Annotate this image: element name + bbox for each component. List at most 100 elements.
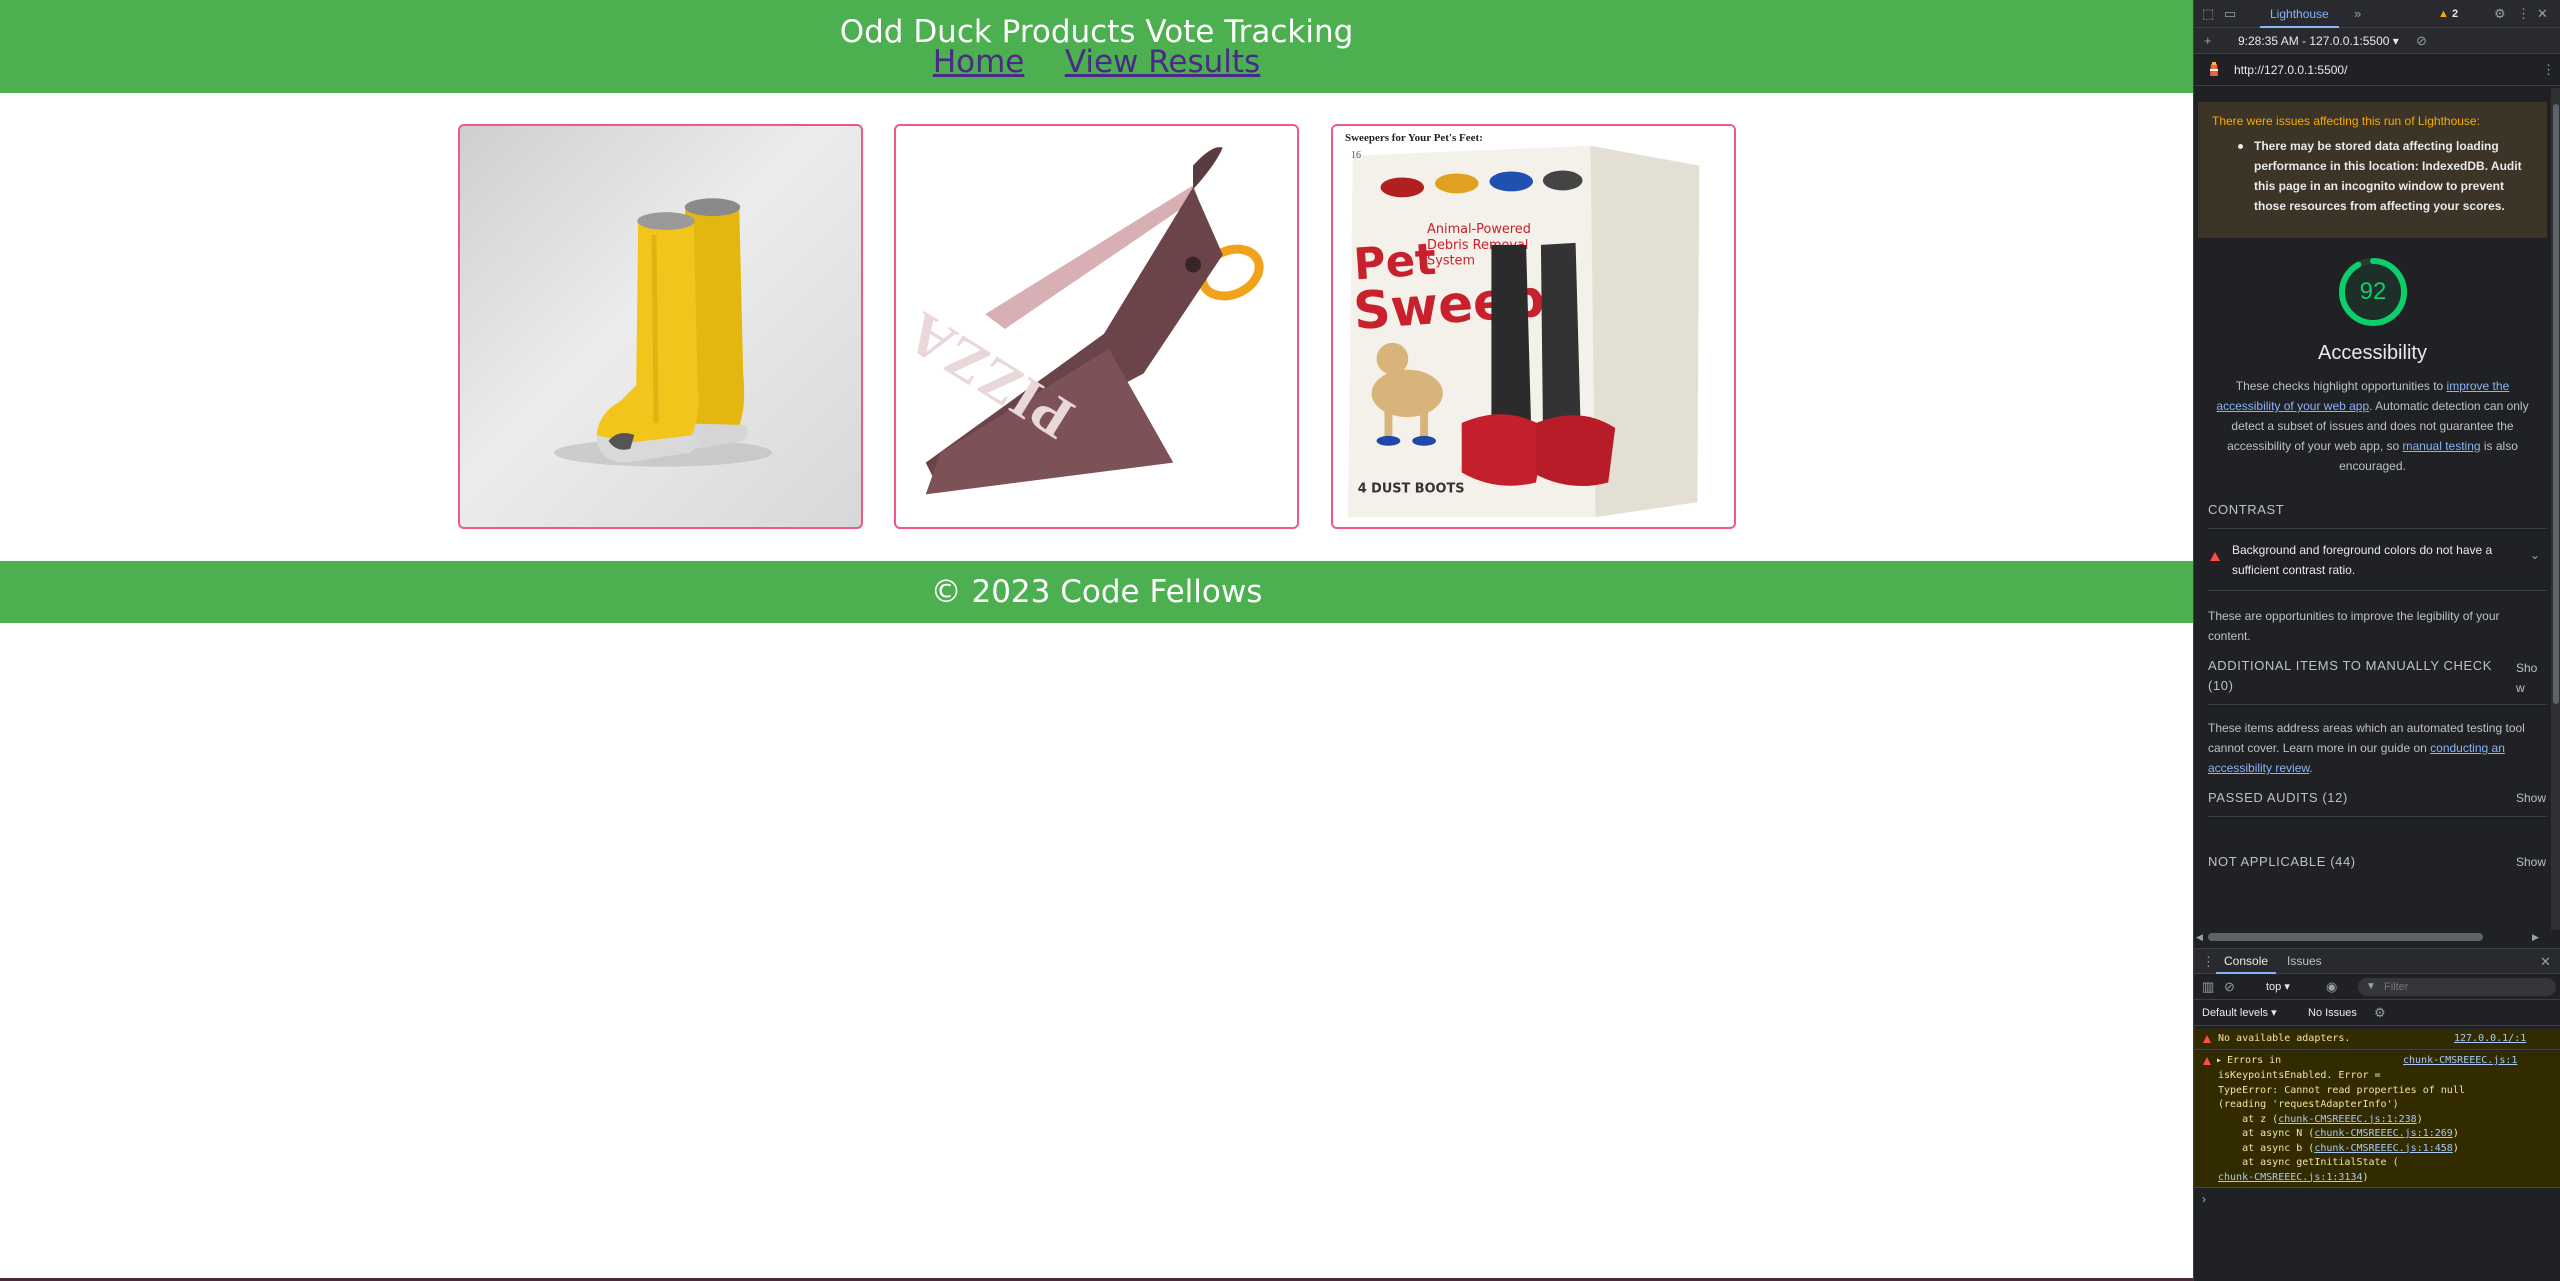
page-header: Odd Duck Products Vote Tracking Home Vie… bbox=[0, 0, 2193, 93]
report-selector[interactable]: 9:28:35 AM - 127.0.0.1:5500 ▾ bbox=[2238, 28, 2399, 54]
eye-icon[interactable]: ◉ bbox=[2326, 974, 2337, 1000]
footer-copyright: © 2023 Code Fellows bbox=[930, 574, 1263, 610]
console-toolbar-levels: Default levels ▾ No Issues ⚙ bbox=[2194, 1000, 2560, 1026]
group-title-not-applicable: NOT APPLICABLE (44) bbox=[2208, 854, 2356, 869]
manual-testing-link[interactable]: manual testing bbox=[2403, 439, 2481, 453]
page-footer: © 2023 Code Fellows bbox=[0, 561, 2193, 623]
console-warning-message: ▸ Errors in chunk-CMSREEEC.js:1 isKeypoi… bbox=[2194, 1051, 2560, 1188]
console-settings-icon[interactable]: ⚙ bbox=[2374, 1000, 2386, 1026]
report-horizontal-scrollbar[interactable]: ◀ ▶ bbox=[2194, 930, 2560, 944]
score-value: 92 bbox=[2359, 278, 2387, 305]
console-prompt[interactable]: › bbox=[2202, 1192, 2206, 1206]
clear-icon[interactable]: ⊘ bbox=[2416, 28, 2427, 54]
run-warning-title: There were issues affecting this run of … bbox=[2212, 114, 2480, 128]
context-select[interactable]: top ▾ bbox=[2266, 974, 2290, 1000]
pizza-scissors-illustration: PIZZA bbox=[896, 147, 1264, 495]
show-na-button[interactable]: Show bbox=[2516, 855, 2546, 869]
group-title-passed: PASSED AUDITS (12) bbox=[2208, 790, 2348, 805]
close-drawer-icon[interactable]: ✕ bbox=[2540, 949, 2551, 974]
report-menu-icon[interactable]: ⋮ bbox=[2542, 54, 2555, 86]
group-title-manual: ADDITIONAL ITEMS TO MANUALLY CHECK (10) bbox=[2208, 658, 2493, 693]
boots-illustration bbox=[554, 198, 772, 467]
clear-console-icon[interactable]: ⊘ bbox=[2224, 974, 2235, 1000]
web-page: Odd Duck Products Vote Tracking Home Vie… bbox=[0, 0, 2193, 1281]
nav-home-link[interactable]: Home bbox=[933, 44, 1025, 80]
tab-lighthouse[interactable]: Lighthouse bbox=[2260, 0, 2339, 28]
svg-text:Animal-Powered: Animal-Powered bbox=[1427, 222, 1531, 237]
scroll-left-icon[interactable]: ◀ bbox=[2196, 923, 2203, 951]
more-options-icon[interactable]: ⋮ bbox=[2517, 0, 2530, 28]
new-report-icon[interactable]: + bbox=[2204, 28, 2212, 54]
product-image-boots[interactable] bbox=[458, 124, 863, 529]
divider bbox=[2208, 704, 2547, 705]
divider bbox=[2208, 816, 2547, 817]
device-toggle-icon[interactable]: ▭ bbox=[2224, 0, 2236, 28]
sidebar-toggle-icon[interactable]: ▥ bbox=[2202, 974, 2214, 1000]
report-url-bar: http://127.0.0.1:5500/ ⋮ bbox=[2194, 54, 2560, 86]
product-image-pizza-scissors[interactable]: PIZZA bbox=[894, 124, 1299, 529]
scrollbar-thumb[interactable] bbox=[2553, 104, 2559, 704]
category-title: Accessibility bbox=[2318, 342, 2427, 364]
svg-text:4 DUST BOOTS: 4 DUST BOOTS bbox=[1358, 481, 1465, 496]
devtools-toolbar: ⬚ ▭ Lighthouse » ▲ 2 ⚙ ⋮ ✕ bbox=[2194, 0, 2560, 28]
bullet bbox=[2238, 144, 2243, 149]
run-warning-box: There were issues affecting this run of … bbox=[2198, 102, 2547, 238]
audit-title: Background and foreground colors do not … bbox=[2232, 543, 2493, 577]
warning-count: 2 bbox=[2451, 8, 2459, 20]
devtools-panel: ⬚ ▭ Lighthouse » ▲ 2 ⚙ ⋮ ✕ + 9:28:35 AM … bbox=[2193, 0, 2560, 1281]
site-nav: Home View Results bbox=[0, 44, 2193, 80]
lighthouse-toolbar: + 9:28:35 AM - 127.0.0.1:5500 ▾ ⊘ bbox=[2194, 28, 2560, 54]
message-source-link[interactable]: chunk-CMSREEEC.js:1 bbox=[2403, 1055, 2517, 1066]
message-text: No available adapters. bbox=[2218, 1033, 2351, 1044]
settings-icon[interactable]: ⚙ bbox=[2494, 0, 2506, 28]
show-passed-button[interactable]: Show bbox=[2516, 791, 2546, 805]
product-caption: Sweepers for Your Pet's Feet: bbox=[1345, 132, 1483, 144]
fail-icon bbox=[2210, 552, 2220, 561]
warning-count-badge[interactable]: ▲ 2 bbox=[2438, 0, 2458, 28]
message-source-link[interactable]: 127.0.0.1/:1 bbox=[2454, 1033, 2526, 1044]
product-image-pet-sweep[interactable]: Pet Sweep Animal-Powered Debris Removal … bbox=[1331, 124, 1736, 529]
screen: Odd Duck Products Vote Tracking Home Vie… bbox=[0, 0, 2560, 1281]
tab-issues[interactable]: Issues bbox=[2279, 949, 2330, 974]
category-description: These checks highlight opportunities to … bbox=[2216, 379, 2529, 473]
warning-icon bbox=[2203, 1057, 2211, 1065]
chevron-down-icon: ⌄ bbox=[2530, 548, 2541, 562]
console-toolbar: ▥ ⊘ top ▾ ◉ ▼ bbox=[2194, 974, 2560, 1000]
audit-contrast[interactable]: Background and foreground colors do not … bbox=[2208, 528, 2547, 588]
drawer-tabbar: ⋮ Console Issues ✕ bbox=[2194, 948, 2560, 974]
warning-icon bbox=[2203, 1035, 2211, 1043]
close-devtools-icon[interactable]: ✕ bbox=[2537, 0, 2548, 28]
issues-count[interactable]: No Issues bbox=[2308, 1000, 2357, 1026]
product-number: 16 bbox=[1351, 150, 1361, 161]
drawer-menu-icon[interactable]: ⋮ bbox=[2202, 949, 2215, 974]
manual-description: These items address areas which an autom… bbox=[2208, 721, 2525, 775]
contrast-description: These are opportunities to improve the l… bbox=[2208, 609, 2500, 643]
inspect-element-icon[interactable]: ⬚ bbox=[2202, 0, 2214, 28]
log-levels-value: Default levels bbox=[2202, 1007, 2269, 1019]
scrollbar-thumb[interactable] bbox=[2208, 933, 2483, 941]
report-vertical-scrollbar[interactable] bbox=[2551, 88, 2560, 930]
log-levels-select[interactable]: Default levels ▾ bbox=[2202, 1000, 2277, 1026]
tab-console[interactable]: Console bbox=[2216, 949, 2277, 974]
expand-toggle-icon[interactable]: ▸ bbox=[2216, 1055, 2222, 1066]
report-url: http://127.0.0.1:5500/ bbox=[2234, 63, 2348, 77]
scroll-right-icon[interactable]: ▶ bbox=[2532, 923, 2539, 951]
filter-icon: ▼ bbox=[2366, 981, 2376, 992]
stack-trace: isKeypointsEnabled. Error = TypeError: C… bbox=[2218, 1070, 2465, 1183]
report-timestamp: 9:28:35 AM - 127.0.0.1:5500 bbox=[2238, 34, 2390, 48]
more-tabs-icon[interactable]: » bbox=[2354, 0, 2361, 28]
warning-icon: ▲ bbox=[2438, 8, 2449, 20]
context-value: top bbox=[2266, 981, 2282, 993]
run-warning-item: There may be stored data affecting loadi… bbox=[2254, 139, 2522, 213]
console-warning-message: No available adapters. 127.0.0.1/:1 bbox=[2194, 1029, 2560, 1050]
filter-input[interactable] bbox=[2358, 978, 2556, 996]
nav-results-link[interactable]: View Results bbox=[1065, 44, 1260, 80]
lighthouse-report: There were issues affecting this run of … bbox=[2194, 88, 2551, 930]
pet-sweep-illustration: Pet Sweep Animal-Powered Debris Removal … bbox=[1333, 126, 1734, 527]
lighthouse-logo-icon bbox=[2210, 62, 2218, 76]
message-head: Errors in bbox=[2227, 1055, 2282, 1066]
svg-text:System: System bbox=[1427, 254, 1475, 269]
group-title-contrast: CONTRAST bbox=[2208, 502, 2285, 517]
show-manual-button[interactable]: Show bbox=[2516, 658, 2546, 698]
divider bbox=[2208, 590, 2547, 591]
